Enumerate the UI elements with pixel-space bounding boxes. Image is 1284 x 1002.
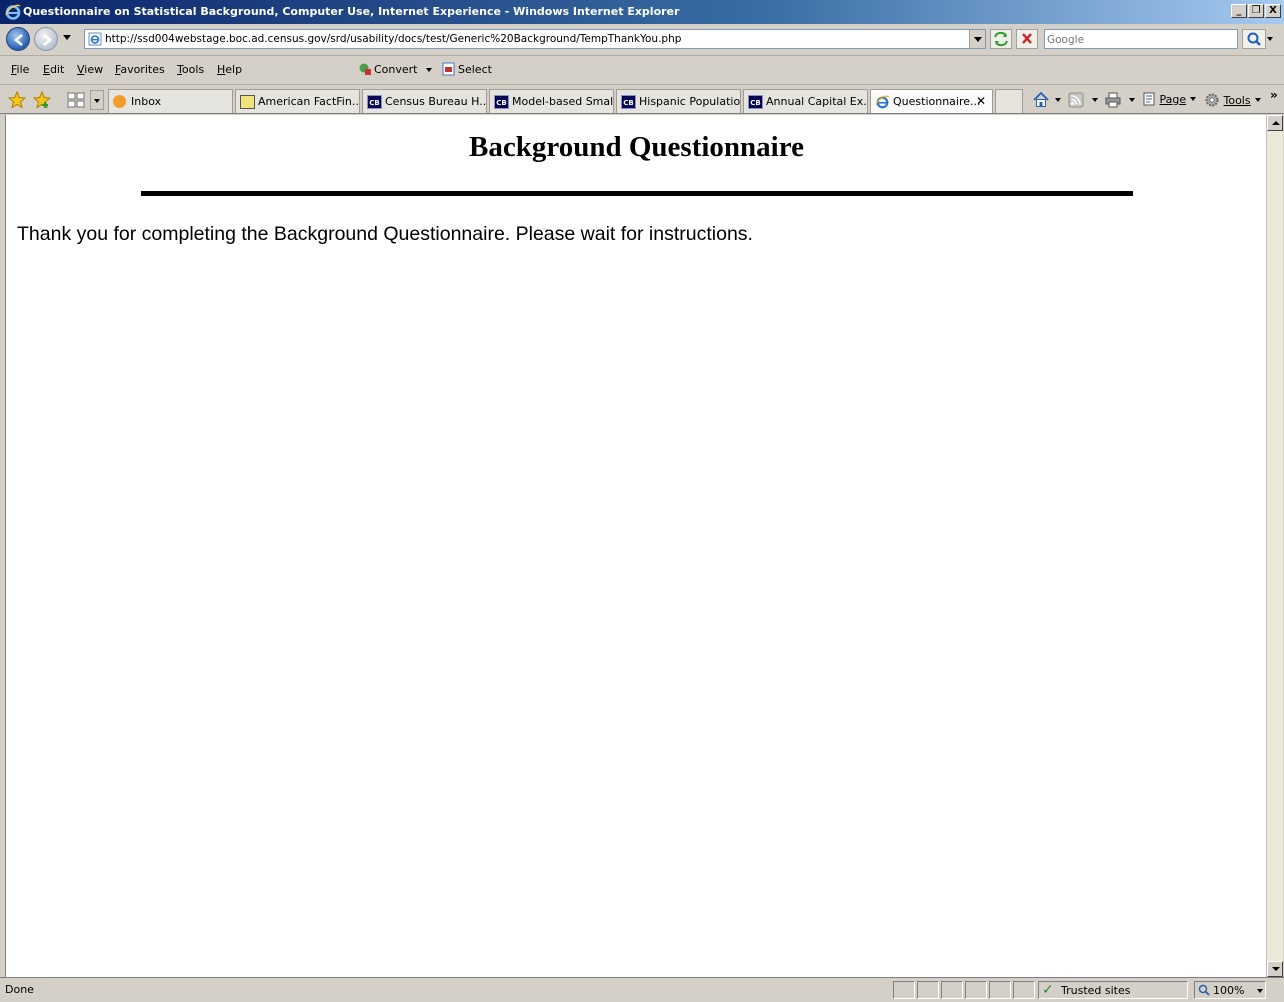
print-icon[interactable] <box>1104 91 1122 109</box>
factfinder-icon <box>240 95 255 109</box>
search-options-dropdown[interactable] <box>1267 37 1273 41</box>
gear-icon <box>1205 93 1219 107</box>
page-heading: Background Questionnaire <box>469 131 804 163</box>
select-button[interactable]: Select <box>442 62 492 76</box>
recent-pages-dropdown[interactable] <box>63 35 71 40</box>
forward-arrow-icon <box>43 34 53 46</box>
home-dropdown[interactable] <box>1055 98 1061 102</box>
outlook-icon <box>113 95 126 108</box>
tab-questionnaire[interactable]: Questionnaire... ✕ <box>870 89 993 113</box>
search-box[interactable] <box>1044 29 1238 49</box>
status-panel <box>1013 981 1035 999</box>
menu-bar: File Edit View Favorites Tools Help Conv… <box>0 57 1284 85</box>
stop-button[interactable] <box>1016 29 1038 49</box>
security-zone[interactable]: ✓ Trusted sites <box>1038 981 1188 999</box>
home-icon[interactable] <box>1032 91 1050 109</box>
quick-tabs-icon[interactable] <box>66 91 86 109</box>
convert-dropdown[interactable] <box>426 68 432 72</box>
refresh-button[interactable] <box>990 29 1012 49</box>
close-window-button[interactable]: X <box>1265 4 1281 18</box>
cb-icon: CB <box>494 95 509 109</box>
zoom-icon <box>1198 984 1210 996</box>
favorites-star-icon[interactable] <box>8 91 26 109</box>
menu-favorites[interactable]: Favorites <box>115 63 165 76</box>
url-text[interactable]: http://ssd004webstage.boc.ad.census.gov/… <box>105 33 681 45</box>
tab-hispanic-population[interactable]: CB Hispanic Populatio... <box>616 89 741 113</box>
back-arrow-icon <box>13 34 23 46</box>
status-bar: Done ✓ Trusted sites 100% <box>0 977 1284 1002</box>
status-panel <box>941 981 963 999</box>
magnifier-icon <box>1247 32 1261 46</box>
address-dropdown[interactable] <box>969 30 985 48</box>
status-panel <box>917 981 939 999</box>
vertical-scrollbar[interactable] <box>1266 115 1283 977</box>
restore-button[interactable]: ❐ <box>1248 4 1264 18</box>
tab-american-factfinder[interactable]: American FactFin... <box>235 89 360 113</box>
title-bar: Questionnaire on Statistical Background,… <box>0 0 1284 24</box>
scroll-up-button[interactable] <box>1267 115 1283 131</box>
status-panel <box>989 981 1011 999</box>
close-tab-icon[interactable]: ✕ <box>976 94 986 108</box>
page-menu-icon <box>1143 92 1155 106</box>
zoom-level[interactable]: 100% <box>1194 981 1266 999</box>
feeds-dropdown[interactable] <box>1092 98 1098 102</box>
minimize-button[interactable]: _ <box>1231 4 1247 18</box>
page-icon <box>88 32 102 46</box>
feeds-icon[interactable] <box>1068 92 1084 108</box>
menu-edit[interactable]: Edit <box>43 63 64 76</box>
address-toolbar: http://ssd004webstage.boc.ad.census.gov/… <box>0 24 1284 56</box>
cb-icon: CB <box>621 95 636 109</box>
status-panel <box>893 981 915 999</box>
status-text: Done <box>5 983 34 996</box>
tab-census-bureau[interactable]: CB Census Bureau H... <box>362 89 487 113</box>
browser-window: Questionnaire on Statistical Background,… <box>0 0 1284 1002</box>
new-tab-button[interactable] <box>995 89 1023 113</box>
more-commands-chevron-icon[interactable]: » <box>1270 88 1278 102</box>
add-favorite-icon[interactable] <box>33 91 51 109</box>
tools-menu-button[interactable]: Tools <box>1204 92 1261 108</box>
tab-model-based[interactable]: CB Model-based Smal... <box>489 89 614 113</box>
tab-list-dropdown[interactable] <box>90 90 104 110</box>
tab-annual-capital[interactable]: CB Annual Capital Ex... <box>743 89 868 113</box>
zoom-dropdown[interactable] <box>1257 989 1263 993</box>
status-panel <box>965 981 987 999</box>
forward-button[interactable] <box>34 27 58 51</box>
page-menu-button[interactable]: Page <box>1142 92 1197 106</box>
ie-icon <box>875 95 890 109</box>
thank-you-message: Thank you for completing the Background … <box>17 223 753 245</box>
scroll-down-button[interactable] <box>1267 961 1283 977</box>
cb-icon: CB <box>748 95 763 109</box>
menu-help[interactable]: Help <box>217 63 242 76</box>
page-content: Background Questionnaire Thank you for c… <box>5 115 1266 977</box>
tab-bar: Inbox American FactFin... CB Census Bure… <box>0 86 1284 114</box>
select-icon <box>442 62 455 76</box>
checkmark-icon: ✓ <box>1042 982 1054 998</box>
menu-view[interactable]: View <box>77 63 103 76</box>
convert-icon <box>359 63 371 75</box>
horizontal-rule <box>141 191 1133 196</box>
convert-button[interactable]: Convert <box>358 62 418 76</box>
search-button[interactable] <box>1242 29 1266 49</box>
address-field[interactable]: http://ssd004webstage.boc.ad.census.gov/… <box>84 29 986 49</box>
back-button[interactable] <box>6 27 30 51</box>
stop-icon <box>1022 33 1032 44</box>
menu-tools[interactable]: Tools <box>177 63 204 76</box>
ie-logo-icon <box>5 4 21 20</box>
window-title: Questionnaire on Statistical Background,… <box>23 5 680 18</box>
menu-file[interactable]: File <box>11 63 29 76</box>
cb-icon: CB <box>367 95 382 109</box>
refresh-icon <box>994 31 1008 47</box>
search-input[interactable] <box>1047 32 1235 47</box>
print-dropdown[interactable] <box>1129 98 1135 102</box>
tab-inbox[interactable]: Inbox <box>108 89 233 113</box>
